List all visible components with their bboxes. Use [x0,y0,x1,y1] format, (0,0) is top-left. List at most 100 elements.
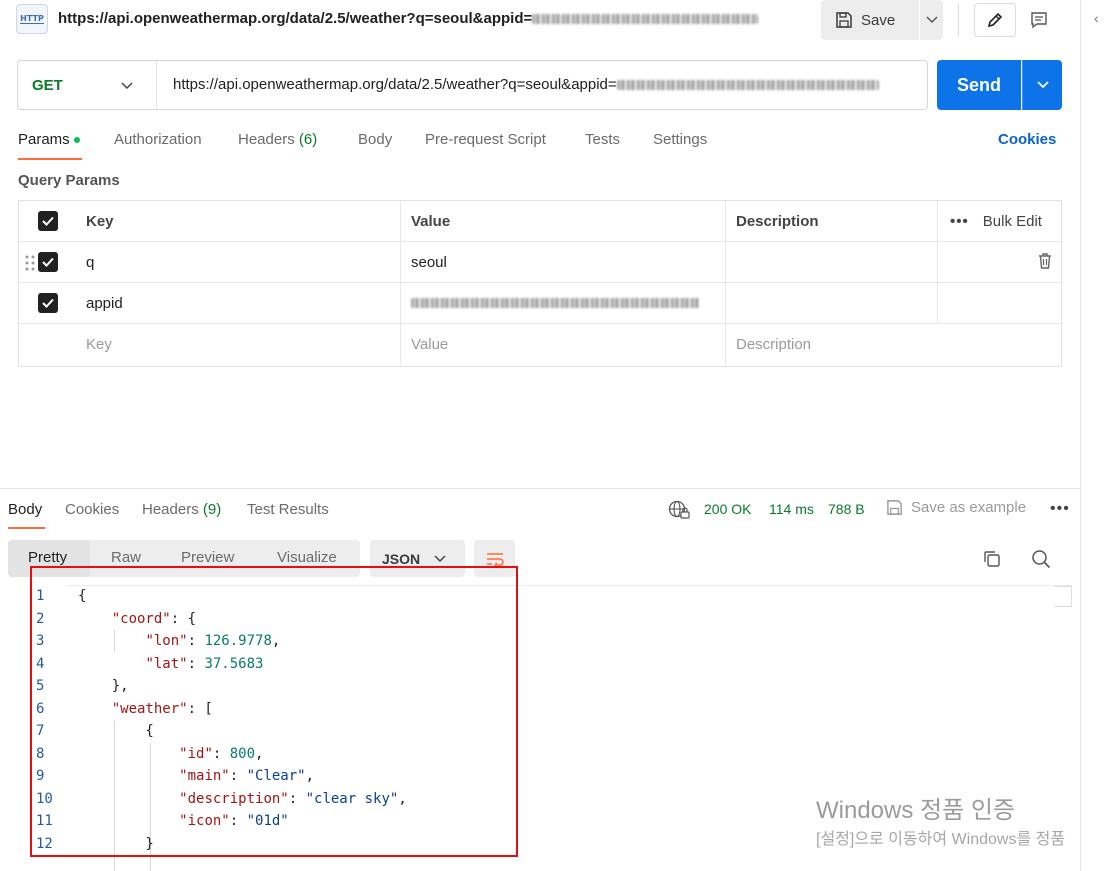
request-title[interactable]: https://api.openweathermap.org/data/2.5/… [58,10,759,27]
tab-count: (9) [202,501,222,518]
query-params-title: Query Params [18,172,120,189]
pencil-icon [987,12,1003,28]
trash-icon[interactable] [1037,252,1053,270]
redacted-appid [616,80,879,91]
copy-icon[interactable] [982,549,1002,569]
save-button[interactable]: Save [821,0,919,40]
globe-lock-icon[interactable] [668,500,690,520]
http-icon-label: HTTP [20,14,44,24]
tab-pre-request-script[interactable]: Pre-request Script [425,131,546,148]
tab-params[interactable]: Params [18,131,80,148]
column-header-key: Key [76,201,401,241]
response-size[interactable]: 788 B [828,501,865,517]
right-sidebar-divider [1080,0,1081,871]
save-as-example-button[interactable]: Save as example [886,499,1026,516]
column-header-description: Description [726,201,938,241]
windows-activation-message: [설정]으로 이동하여 Windows를 정품 [816,831,1066,848]
new-param-value-input[interactable]: Value [401,324,726,365]
response-time[interactable]: 114 ms [769,501,814,517]
response-divider [0,488,1080,489]
divider [958,4,959,36]
tab-label: Headers [238,131,295,148]
param-key-field[interactable]: appid [76,283,401,323]
chevron-left-icon[interactable]: ‹ [1094,10,1099,26]
param-value-field[interactable] [401,283,726,323]
chevron-down-icon [434,554,446,562]
response-tab-body[interactable]: Body [8,501,42,518]
response-tab-cookies[interactable]: Cookies [65,501,119,518]
tab-body[interactable]: Body [358,131,392,148]
view-raw[interactable]: Raw [111,549,141,566]
active-tab-indicator [8,527,45,529]
redacted-appid-value [411,298,699,308]
format-label: JSON [382,550,421,567]
row-checkbox-cell [19,242,76,282]
tab-headers[interactable]: Headers (6) [238,131,317,148]
comment-icon [1031,12,1047,29]
row-checkbox[interactable] [37,252,58,272]
param-description-field[interactable] [726,283,938,323]
bulk-edit-button[interactable]: Bulk Edit [983,213,1042,230]
tab-label: Headers [142,501,199,518]
query-params-table: Key Value Description ••• Bulk Edit q seo… [18,200,1062,367]
table-row: q seoul [19,242,1061,283]
table-row: appid [19,283,1061,324]
edit-button[interactable] [974,3,1016,37]
highlight-annotation-box [30,566,518,857]
tab-settings[interactable]: Settings [653,131,707,148]
response-tab-test-results[interactable]: Test Results [247,501,329,518]
save-icon [887,500,902,515]
windows-activation-title: Windows 정품 인증 [816,797,1016,824]
view-visualize[interactable]: Visualize [277,549,337,566]
send-button[interactable]: Send [937,60,1021,110]
method-select[interactable]: GET [32,77,63,94]
checkmark-icon [41,216,54,226]
param-key-field[interactable]: q [76,242,401,282]
status-code[interactable]: 200 OK [704,501,751,517]
save-label: Save [861,11,896,29]
save-options-button[interactable] [920,0,943,40]
request-title-url: https://api.openweathermap.org/data/2.5/… [58,10,533,27]
cookies-link[interactable]: Cookies [998,131,1056,148]
tab-authorization[interactable]: Authorization [114,131,202,148]
row-checkbox-cell [19,283,76,323]
checkmark-icon [41,298,54,308]
new-param-description-input[interactable]: Description [726,324,938,365]
http-icon: HTTP [16,4,48,34]
row-actions-cell [938,283,1061,323]
params-active-indicator [73,137,80,144]
chevron-down-icon[interactable] [120,76,134,94]
chevron-down-icon [1036,81,1049,89]
wrap-lines-icon [486,552,504,567]
save-as-example-label: Save as example [911,499,1027,516]
table-row-empty: Key Value Description [19,324,1061,365]
tab-label: Params [18,131,70,148]
param-description-field[interactable] [726,242,938,282]
url-input-text: https://api.openweathermap.org/data/2.5/… [173,76,617,93]
table-header-row: Key Value Description ••• Bulk Edit [19,201,1061,242]
url-input[interactable]: https://api.openweathermap.org/data/2.5/… [173,76,921,93]
checkmark-icon [41,257,54,267]
tab-tests[interactable]: Tests [585,131,620,148]
response-tab-headers[interactable]: Headers (9) [142,501,221,518]
tab-count: (6) [298,131,318,148]
active-tab-indicator [18,158,82,160]
select-all-checkbox[interactable] [37,211,58,231]
view-pretty[interactable]: Pretty [28,549,67,566]
divider [156,61,157,109]
view-preview[interactable]: Preview [181,549,234,566]
save-icon [836,12,852,28]
row-checkbox[interactable] [37,293,58,313]
redacted-appid [532,14,759,25]
new-param-key-input[interactable]: Key [76,324,401,365]
param-value-field[interactable]: seoul [401,242,726,282]
comments-button[interactable] [1020,3,1058,37]
more-options-icon[interactable]: ••• [1050,500,1070,518]
chevron-down-icon [925,16,938,24]
more-options-icon[interactable]: ••• [950,213,969,230]
column-header-value: Value [401,201,726,241]
search-icon[interactable] [1031,549,1051,569]
bulk-edit-cell: ••• Bulk Edit [938,201,1061,241]
send-options-button[interactable] [1022,60,1062,110]
row-checkbox-cell [19,324,76,365]
